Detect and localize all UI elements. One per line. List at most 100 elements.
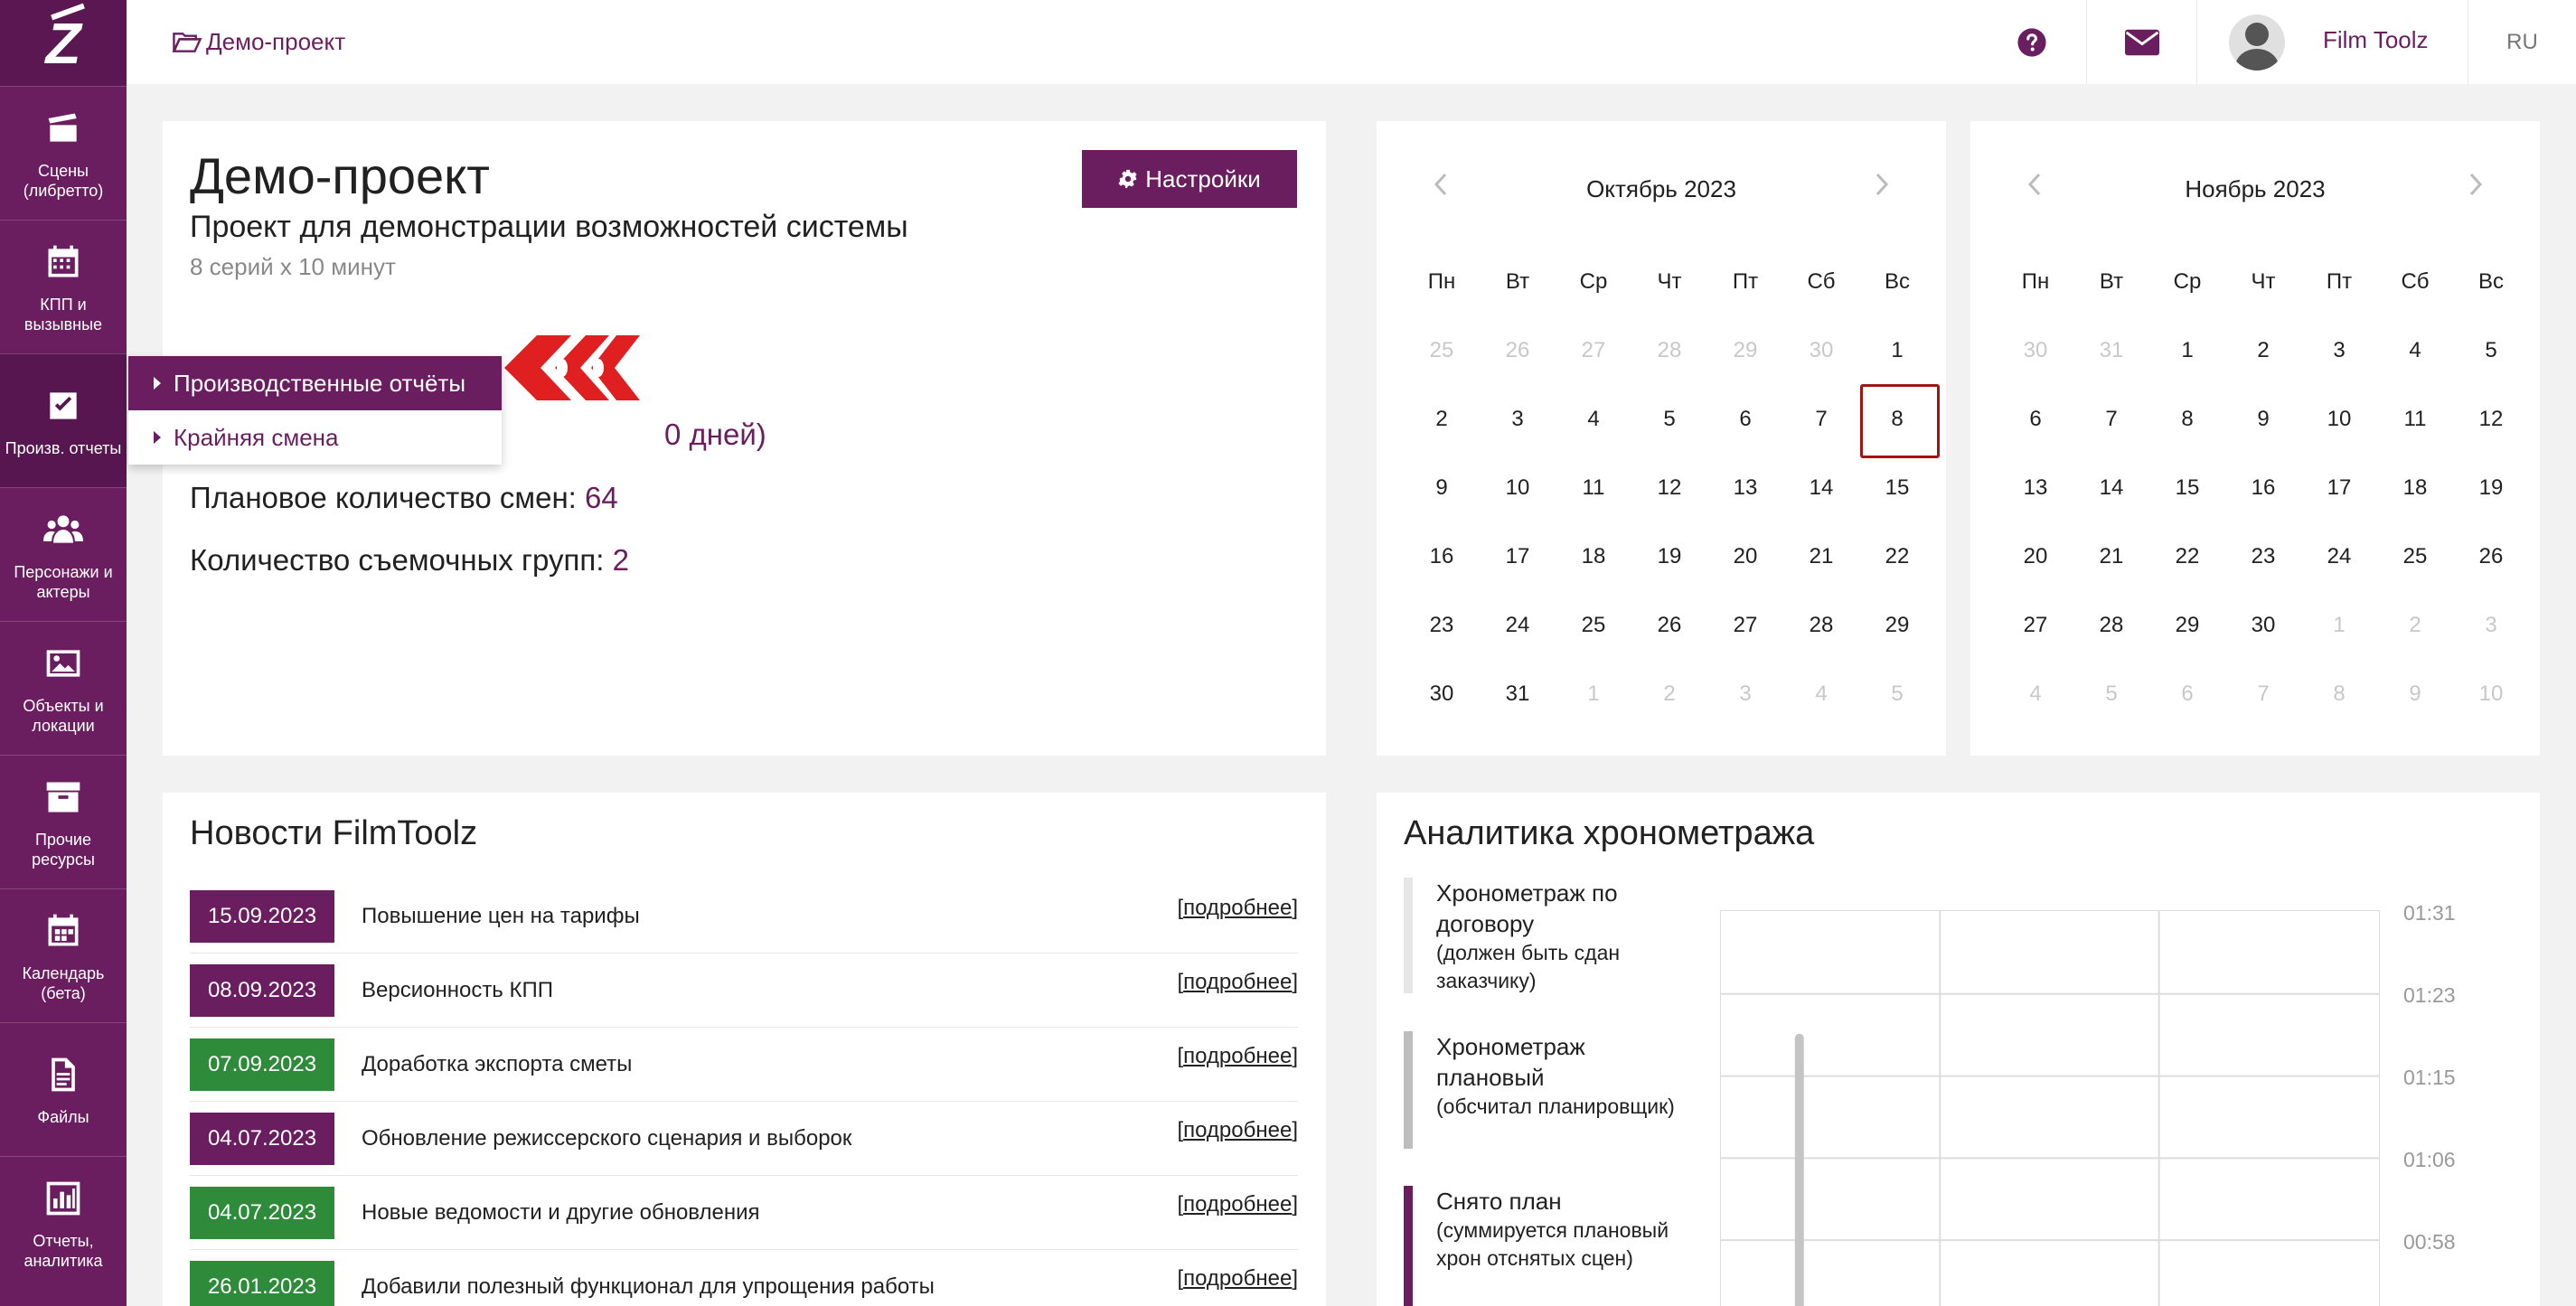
calendar-day[interactable]: 3 [1480, 385, 1556, 454]
calendar-day[interactable]: 27 [1556, 316, 1631, 385]
news-more-link[interactable]: [подробнее] [1177, 970, 1298, 995]
calendar-day[interactable]: 26 [1480, 316, 1556, 385]
sidebar-item-locations[interactable]: Объекты и локации [0, 621, 127, 755]
calendar-day[interactable]: 26 [1631, 591, 1707, 660]
calendar-day[interactable]: 21 [2073, 522, 2149, 591]
calendar-day[interactable]: 4 [1556, 385, 1631, 454]
language-switcher[interactable]: RU [2468, 0, 2576, 84]
calendar-day[interactable]: 12 [2453, 385, 2529, 454]
calendar-day[interactable]: 13 [1707, 454, 1783, 522]
calendar-day[interactable]: 10 [2453, 660, 2529, 728]
calendar-day[interactable]: 19 [2453, 454, 2529, 522]
calendar-day[interactable]: 1 [2301, 591, 2377, 660]
sidebar-item-resources[interactable]: Прочие ресурсы [0, 755, 127, 888]
calendar-day[interactable]: 9 [1404, 454, 1480, 522]
calendar-day-today[interactable]: 8 [1859, 384, 1940, 458]
submenu-item-production-reports[interactable]: Производственные отчёты [128, 356, 502, 410]
calendar-day[interactable]: 7 [2073, 385, 2149, 454]
calendar-day[interactable]: 3 [1707, 660, 1783, 728]
sidebar-item-reports[interactable]: Произв. отчеты [0, 353, 127, 487]
calendar-day[interactable]: 4 [1783, 660, 1859, 728]
sidebar-item-characters[interactable]: Персонажи и актеры [0, 487, 127, 621]
sidebar-item-calendar[interactable]: Календарь (бета) [0, 888, 127, 1022]
calendar-day[interactable]: 18 [2377, 454, 2453, 522]
news-more-link[interactable]: [подробнее] [1177, 1118, 1298, 1143]
calendar-day[interactable]: 8 [2301, 660, 2377, 728]
calendar-day[interactable]: 6 [1707, 385, 1783, 454]
news-more-link[interactable]: [подробнее] [1177, 896, 1298, 921]
calendar-day[interactable]: 7 [1783, 385, 1859, 454]
calendar-day[interactable]: 30 [2225, 591, 2301, 660]
calendar-day[interactable]: 17 [2301, 454, 2377, 522]
calendar-day[interactable]: 29 [1707, 316, 1783, 385]
calendar-day[interactable]: 20 [1998, 522, 2073, 591]
calendar-day[interactable]: 13 [1998, 454, 2073, 522]
calendar-day[interactable]: 24 [1480, 591, 1556, 660]
logo[interactable]: Z [0, 0, 127, 86]
news-more-link[interactable]: [подробнее] [1177, 1044, 1298, 1069]
calendar-day[interactable]: 17 [1480, 522, 1556, 591]
calendar-day[interactable]: 22 [1859, 522, 1935, 591]
calendar-day[interactable]: 5 [2073, 660, 2149, 728]
sidebar-item-kpp[interactable]: КПП и вызывные [0, 220, 127, 353]
calendar-day[interactable]: 1 [2149, 316, 2225, 385]
calendar-day[interactable]: 28 [2073, 591, 2149, 660]
calendar-day[interactable]: 2 [1404, 385, 1480, 454]
calendar-day[interactable]: 5 [1631, 385, 1707, 454]
calendar-day[interactable]: 22 [2149, 522, 2225, 591]
calendar-day[interactable]: 29 [2149, 591, 2225, 660]
calendar-day[interactable]: 27 [1998, 591, 2073, 660]
calendar-day[interactable]: 18 [1556, 522, 1631, 591]
submenu-item-last-shift[interactable]: Крайняя смена [128, 410, 502, 465]
calendar-day[interactable]: 2 [2225, 316, 2301, 385]
calendar-day[interactable]: 27 [1707, 591, 1783, 660]
calendar-day[interactable]: 4 [2377, 316, 2453, 385]
calendar-day[interactable]: 7 [2225, 660, 2301, 728]
calendar-day[interactable]: 28 [1631, 316, 1707, 385]
news-more-link[interactable]: [подробнее] [1177, 1192, 1298, 1217]
breadcrumb[interactable]: Демо-проект [172, 28, 345, 56]
calendar-day[interactable]: 6 [1998, 385, 2073, 454]
calendar-day[interactable]: 19 [1631, 522, 1707, 591]
calendar-day[interactable]: 8 [2149, 385, 2225, 454]
calendar-day[interactable]: 12 [1631, 454, 1707, 522]
calendar-day[interactable]: 9 [2225, 385, 2301, 454]
calendar-day[interactable]: 30 [1783, 316, 1859, 385]
calendar-day[interactable]: 6 [2149, 660, 2225, 728]
calendar-day[interactable]: 25 [1404, 316, 1480, 385]
calendar-day[interactable]: 10 [2301, 385, 2377, 454]
calendar-day[interactable]: 1 [1859, 316, 1935, 385]
user-menu[interactable]: Film Toolz [2196, 0, 2468, 84]
calendar-day[interactable]: 20 [1707, 522, 1783, 591]
calendar-day[interactable]: 9 [2377, 660, 2453, 728]
calendar-day[interactable]: 1 [1556, 660, 1631, 728]
calendar-day[interactable]: 21 [1783, 522, 1859, 591]
calendar-day[interactable]: 30 [1998, 316, 2073, 385]
calendar-day[interactable]: 11 [1556, 454, 1631, 522]
calendar-day[interactable]: 14 [1783, 454, 1859, 522]
sidebar-item-files[interactable]: Файлы [0, 1022, 127, 1156]
sidebar-item-analytics[interactable]: Отчеты, аналитика [0, 1156, 127, 1290]
help-button[interactable] [1978, 0, 2086, 84]
calendar-next-button[interactable] [1874, 172, 1890, 204]
calendar-day[interactable]: 15 [2149, 454, 2225, 522]
calendar-day[interactable]: 3 [2453, 591, 2529, 660]
sidebar-item-scenes[interactable]: Сцены (либретто) [0, 86, 127, 220]
calendar-day[interactable]: 26 [2453, 522, 2529, 591]
calendar-day[interactable]: 11 [2377, 385, 2453, 454]
calendar-day[interactable]: 5 [2453, 316, 2529, 385]
calendar-day[interactable]: 14 [2073, 454, 2149, 522]
messages-button[interactable] [2086, 0, 2196, 84]
calendar-day[interactable]: 10 [1480, 454, 1556, 522]
settings-button[interactable]: Настройки [1082, 150, 1297, 208]
calendar-day[interactable]: 16 [1404, 522, 1480, 591]
calendar-day[interactable]: 28 [1783, 591, 1859, 660]
calendar-day[interactable]: 23 [2225, 522, 2301, 591]
calendar-day[interactable]: 2 [2377, 591, 2453, 660]
calendar-day[interactable]: 3 [2301, 316, 2377, 385]
calendar-day[interactable]: 4 [1998, 660, 2073, 728]
calendar-day[interactable]: 15 [1859, 454, 1935, 522]
calendar-day[interactable]: 5 [1859, 660, 1935, 728]
calendar-day[interactable]: 31 [1480, 660, 1556, 728]
calendar-day[interactable]: 30 [1404, 660, 1480, 728]
